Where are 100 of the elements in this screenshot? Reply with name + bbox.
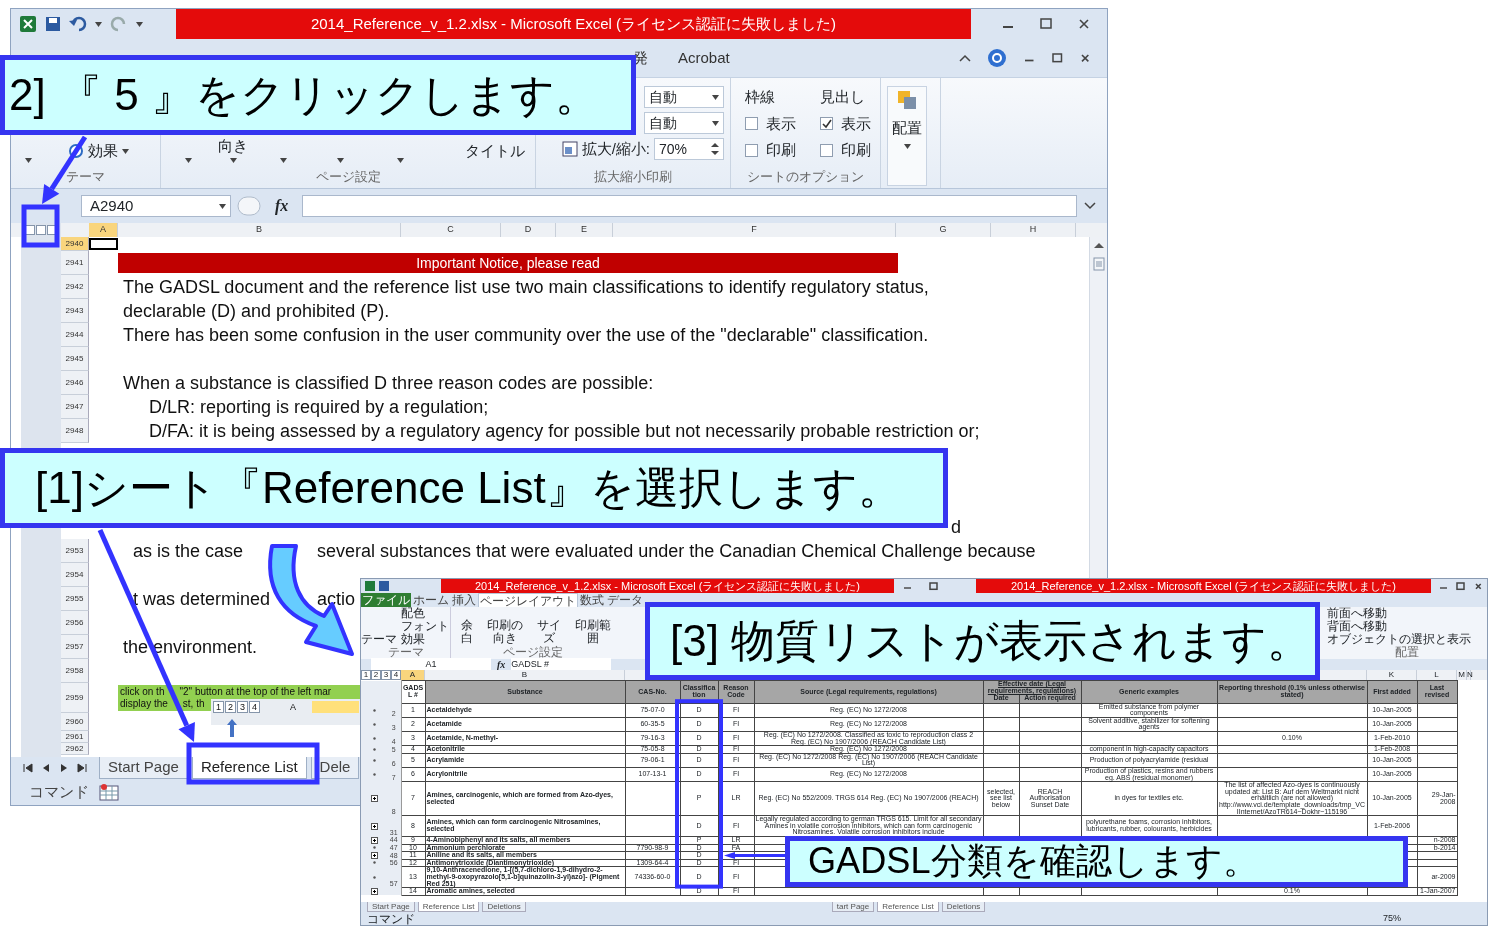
close-icon[interactable] xyxy=(1077,17,1091,31)
column-header[interactable]: A xyxy=(89,223,118,237)
ribbon-tab[interactable]: 挿入 xyxy=(451,593,477,607)
effects-button[interactable]: 効果 xyxy=(88,140,118,163)
macro-icon[interactable] xyxy=(99,783,119,801)
arrange-button[interactable]: 配置 xyxy=(887,86,927,186)
close-icon[interactable] xyxy=(1473,581,1483,591)
row-number[interactable]: 2943 xyxy=(61,299,89,323)
themes-button[interactable]: テーマ xyxy=(361,633,397,646)
sheet-tab[interactable]: Deletions xyxy=(941,902,986,912)
column-header[interactable]: A xyxy=(401,670,425,680)
sheet-tab[interactable]: Reference List xyxy=(191,757,307,779)
outline-level-button[interactable]: 1 xyxy=(213,701,224,713)
row-number[interactable]: 2958 xyxy=(61,659,89,683)
ribbon-button[interactable]: 余白 xyxy=(455,619,479,645)
selected-cell[interactable] xyxy=(89,238,118,250)
outline-level-button[interactable]: 2 xyxy=(225,701,237,713)
row-number[interactable]: 2944 xyxy=(61,323,89,347)
maximize-icon[interactable] xyxy=(1051,52,1064,64)
ribbon-button[interactable]: サイズ xyxy=(531,619,566,645)
ribbon-tab[interactable]: ファイル xyxy=(361,593,411,607)
outline-level-button[interactable]: 4 xyxy=(249,701,261,713)
caret-icon[interactable] xyxy=(712,94,719,100)
row-number[interactable]: 2941 xyxy=(61,251,89,275)
caret-icon[interactable] xyxy=(25,157,32,163)
caret-icon[interactable] xyxy=(712,120,719,126)
collapse-ribbon-icon[interactable] xyxy=(959,54,972,62)
name-box[interactable]: A2940 xyxy=(81,195,231,217)
row-number[interactable]: 2946 xyxy=(61,371,89,395)
ribbon-button[interactable]: フォント xyxy=(401,620,449,633)
sheet-nav-icon[interactable] xyxy=(77,763,87,773)
height-dropdown[interactable]: 自動 xyxy=(644,112,724,134)
help-icon[interactable] xyxy=(987,48,1008,68)
sheet-tab[interactable]: Reference List xyxy=(877,902,939,912)
scale-field[interactable]: 70% xyxy=(654,138,724,161)
expand-row-icon[interactable] xyxy=(370,795,378,803)
row-number[interactable]: 2940 xyxy=(61,237,89,251)
row-number[interactable]: 2959 xyxy=(61,683,89,713)
print-titles-button[interactable]: タイトル xyxy=(465,140,525,163)
maximize-icon[interactable] xyxy=(927,581,938,591)
insert-function-button[interactable]: fx xyxy=(497,657,506,672)
ribbon-tab[interactable]: 数式 xyxy=(579,593,605,607)
ribbon-tab[interactable]: ページレイアウト xyxy=(478,593,578,607)
caret-icon[interactable] xyxy=(903,143,911,149)
close-icon[interactable] xyxy=(1079,52,1091,64)
width-dropdown[interactable]: 自動 xyxy=(644,86,724,108)
caret-icon[interactable] xyxy=(136,21,143,27)
row-number[interactable]: 2960 xyxy=(61,713,89,731)
sheet-tab[interactable]: Start Page xyxy=(99,757,188,779)
row-number[interactable]: 2945 xyxy=(61,347,89,371)
ribbon-tab[interactable]: Acrobat xyxy=(678,46,730,70)
maximize-icon[interactable] xyxy=(1039,17,1053,31)
row-number[interactable]: 2942 xyxy=(61,275,89,299)
sheet-tab[interactable]: tart Page xyxy=(831,902,875,912)
row-number[interactable]: 2961 xyxy=(61,731,89,743)
checkbox[interactable] xyxy=(820,143,833,157)
sheet-nav-icon[interactable] xyxy=(23,763,33,773)
row-number[interactable]: 2955 xyxy=(61,587,89,611)
insert-function-button[interactable]: fx xyxy=(275,194,289,218)
sheet-tab[interactable]: Start Page xyxy=(367,902,415,912)
caret-icon[interactable] xyxy=(229,157,237,163)
checkbox[interactable] xyxy=(745,143,758,157)
row-number[interactable]: 2956 xyxy=(61,611,89,635)
row-number[interactable]: 2953 xyxy=(61,539,89,563)
row-number[interactable]: 2954 xyxy=(61,563,89,587)
spinner-icon[interactable] xyxy=(711,142,719,157)
ribbon-tab[interactable]: データ xyxy=(606,593,644,607)
ribbon-button[interactable]: オブジェクトの選択と表示 xyxy=(1327,633,1487,646)
ribbon-button[interactable]: 効果 xyxy=(401,633,449,646)
ribbon-button[interactable]: 前面へ移動 xyxy=(1327,607,1487,620)
caret-icon[interactable] xyxy=(219,203,226,209)
row-number[interactable]: 2962 xyxy=(61,743,89,755)
ribbon-button[interactable]: 背面へ移動 xyxy=(1327,620,1487,633)
checkbox[interactable] xyxy=(745,117,758,131)
maximize-icon[interactable] xyxy=(1455,581,1466,591)
caret-icon[interactable] xyxy=(95,21,102,27)
scroll-thumb-icon[interactable] xyxy=(1092,257,1105,271)
outline-level-button[interactable]: 3 xyxy=(237,701,249,713)
ribbon-tab[interactable]: ホーム xyxy=(412,593,450,607)
caret-icon[interactable] xyxy=(280,157,287,163)
sheet-tab[interactable]: Deletions xyxy=(482,902,526,912)
expand-row-icon[interactable] xyxy=(370,887,378,895)
row-number[interactable]: 2957 xyxy=(61,635,89,659)
checkbox[interactable] xyxy=(820,117,833,131)
row-number[interactable]: 2947 xyxy=(61,395,89,419)
save-icon[interactable] xyxy=(45,16,61,32)
ribbon-button[interactable]: 配色 xyxy=(401,607,449,620)
spreadsheet-app-icon[interactable] xyxy=(19,15,37,33)
caret-icon[interactable] xyxy=(122,148,129,154)
undo-icon[interactable] xyxy=(69,16,87,32)
expand-row-icon[interactable] xyxy=(370,851,378,859)
sheet-tab[interactable]: Dele xyxy=(310,757,360,779)
caret-icon[interactable] xyxy=(185,157,192,163)
scroll-up-icon[interactable] xyxy=(1092,241,1105,249)
ribbon-button[interactable]: 印刷の向き xyxy=(486,619,524,645)
caret-icon[interactable] xyxy=(337,157,344,163)
formula-input[interactable] xyxy=(302,195,1077,217)
row-number[interactable]: 2948 xyxy=(61,419,89,443)
sheet-tab[interactable]: Reference List xyxy=(417,902,480,912)
caret-icon[interactable] xyxy=(397,157,404,163)
